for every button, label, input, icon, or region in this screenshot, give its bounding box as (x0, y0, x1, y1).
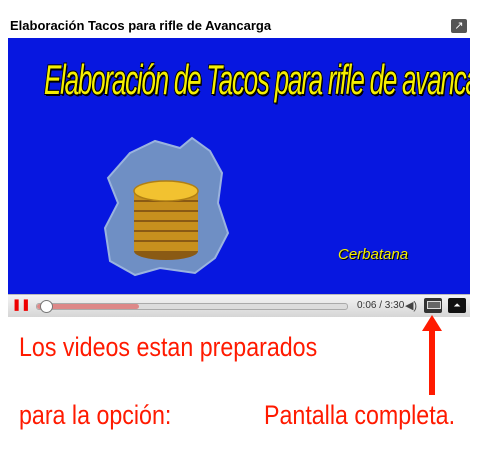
player-controls: ❚❚ 0:06 / 3:30 ◀) ⏶ (8, 294, 470, 317)
fullscreen-icon[interactable]: ⏶ (448, 298, 466, 313)
pause-icon[interactable]: ❚❚ (12, 298, 30, 313)
progress-bar[interactable] (36, 300, 348, 313)
video-title-link[interactable]: Elaboración Tacos para rifle de Avancarg… (10, 18, 271, 33)
time-readout: 0:06 / 3:30 (357, 300, 405, 311)
arrow-up-icon (422, 315, 442, 395)
annotation-line-3: Pantalla completa. (264, 400, 456, 430)
annotation-line-1: Los videos estan preparados (19, 332, 318, 362)
video-credit: Cerbatana (338, 246, 409, 263)
volume-icon[interactable]: ◀) (402, 299, 420, 313)
annotation-line-2: para la opción: (19, 400, 172, 430)
progress-handle[interactable] (39, 300, 53, 313)
video-frame[interactable]: Elaboración de Tacos para rifle de avanc… (8, 38, 470, 294)
taco-stack-image (103, 136, 230, 277)
share-arrow-icon[interactable]: ↗ (451, 19, 467, 33)
video-player[interactable]: Elaboración de Tacos para rifle de avanc… (8, 38, 470, 317)
video-title-bar: Elaboración Tacos para rifle de Avancarg… (8, 18, 470, 36)
player-size-icon[interactable] (424, 298, 442, 313)
video-overlay-title: Elaboración de Tacos para rifle de avanc… (44, 56, 470, 103)
